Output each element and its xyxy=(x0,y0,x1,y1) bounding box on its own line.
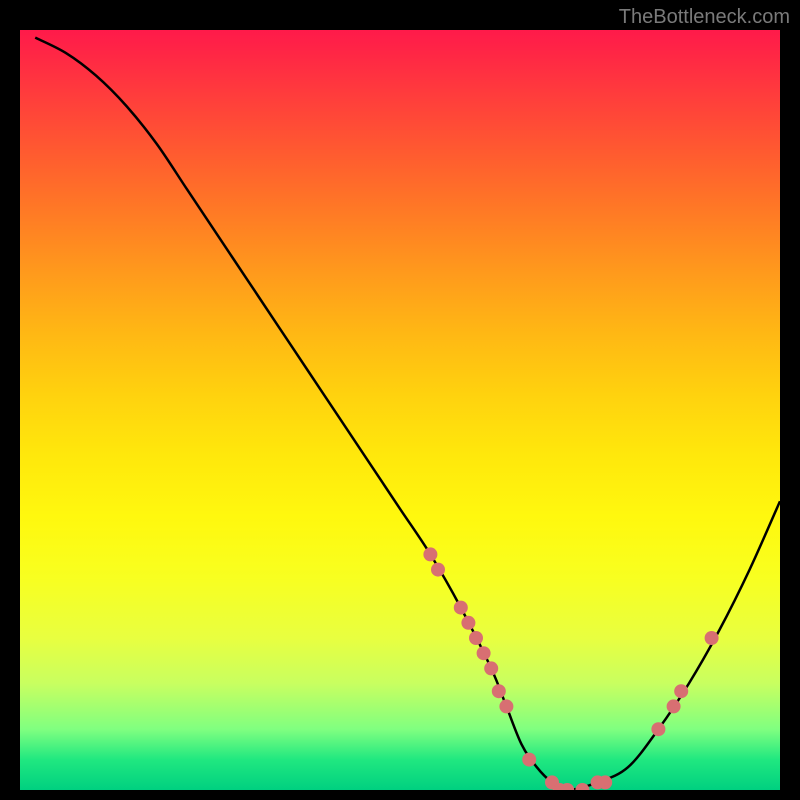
data-marker xyxy=(674,684,688,698)
data-marker xyxy=(484,661,498,675)
data-marker xyxy=(423,547,437,561)
data-marker xyxy=(522,753,536,767)
data-marker xyxy=(477,646,491,660)
data-marker xyxy=(651,722,665,736)
plot-area xyxy=(20,30,780,790)
data-marker xyxy=(431,563,445,577)
data-marker xyxy=(705,631,719,645)
data-markers xyxy=(423,547,718,790)
data-marker xyxy=(575,783,589,790)
data-marker xyxy=(667,699,681,713)
data-marker xyxy=(461,616,475,630)
bottleneck-curve xyxy=(35,38,780,790)
chart-svg xyxy=(20,30,780,790)
data-marker xyxy=(492,684,506,698)
data-marker xyxy=(499,699,513,713)
watermark-text: TheBottleneck.com xyxy=(619,6,790,29)
data-marker xyxy=(598,775,612,789)
data-marker xyxy=(454,601,468,615)
data-marker xyxy=(469,631,483,645)
